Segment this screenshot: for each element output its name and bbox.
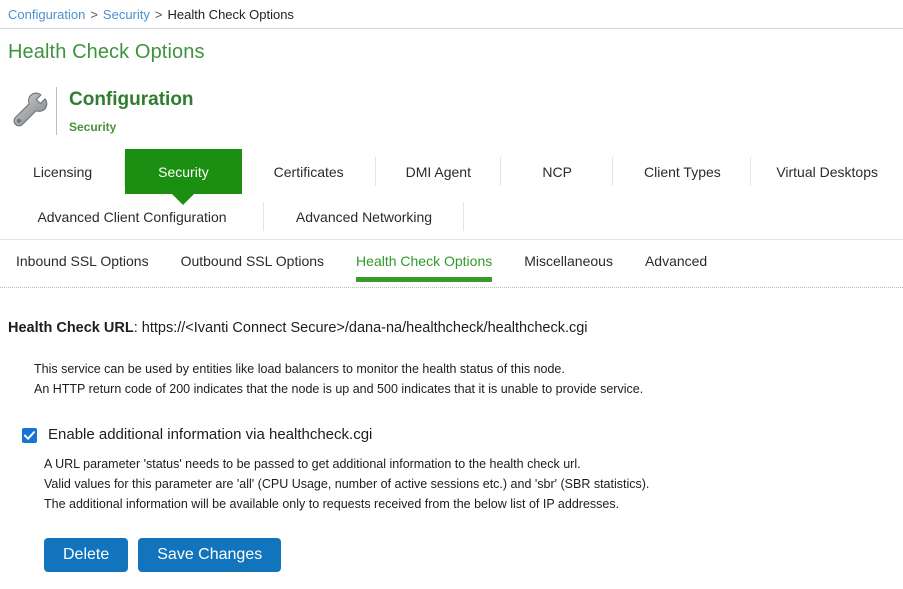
tab-virtual-desktops[interactable]: Virtual Desktops bbox=[751, 149, 903, 194]
tab-label: Advanced Networking bbox=[296, 209, 432, 225]
breadcrumb-separator: > bbox=[90, 7, 98, 22]
subtab-advanced[interactable]: Advanced bbox=[645, 249, 707, 269]
breadcrumb-item-health-check-options: Health Check Options bbox=[167, 7, 293, 22]
breadcrumb-item-configuration[interactable]: Configuration bbox=[8, 7, 85, 22]
tab-label: Certificates bbox=[274, 164, 344, 180]
subtab-label: Miscellaneous bbox=[524, 253, 613, 269]
main-content: Health Check URL: https://<Ivanti Connec… bbox=[0, 293, 903, 572]
tab-label: Security bbox=[158, 164, 209, 180]
tab-licensing[interactable]: Licensing bbox=[0, 149, 125, 194]
tab-label: DMI Agent bbox=[406, 164, 471, 180]
health-check-url-label: Health Check URL bbox=[8, 320, 134, 336]
breadcrumb: Configuration > Security > Health Check … bbox=[0, 0, 903, 29]
page-title: Health Check Options bbox=[0, 29, 903, 64]
tab-label: NCP bbox=[542, 164, 572, 180]
sub-tabs-divider bbox=[0, 287, 903, 288]
subtab-label: Advanced bbox=[645, 253, 707, 269]
checkbox-description-line: Valid values for this parameter are 'all… bbox=[44, 474, 903, 494]
health-check-url-value: : https://<Ivanti Connect Secure>/dana-n… bbox=[134, 320, 588, 336]
description-line: This service can be used by entities lik… bbox=[34, 359, 903, 379]
enable-additional-information-label[interactable]: Enable additional information via health… bbox=[48, 425, 372, 444]
subtab-outbound-ssl-options[interactable]: Outbound SSL Options bbox=[181, 249, 324, 269]
health-check-url: Health Check URL: https://<Ivanti Connec… bbox=[8, 319, 903, 337]
service-description: This service can be used by entities lik… bbox=[8, 359, 903, 399]
breadcrumb-separator: > bbox=[155, 7, 163, 22]
subtab-miscellaneous[interactable]: Miscellaneous bbox=[524, 249, 613, 269]
checkmark-icon bbox=[24, 430, 35, 441]
subtab-health-check-options[interactable]: Health Check Options bbox=[356, 249, 492, 269]
tab-security[interactable]: Security bbox=[125, 149, 241, 194]
checkbox-description-line: The additional information will be avail… bbox=[44, 494, 903, 514]
sub-tabs: Inbound SSL Options Outbound SSL Options… bbox=[0, 249, 903, 293]
tab-label: Client Types bbox=[644, 164, 721, 180]
wrench-icon bbox=[8, 86, 54, 136]
primary-tabs-row-2: Advanced Client Configuration Advanced N… bbox=[0, 194, 903, 240]
checkbox-description-line: A URL parameter 'status' needs to be pas… bbox=[44, 454, 903, 474]
tab-certificates[interactable]: Certificates bbox=[242, 149, 376, 194]
enable-additional-information-row: Enable additional information via health… bbox=[8, 425, 903, 444]
tab-client-types[interactable]: Client Types bbox=[613, 149, 751, 194]
module-divider bbox=[56, 87, 57, 135]
breadcrumb-item-security[interactable]: Security bbox=[103, 7, 150, 22]
description-line: An HTTP return code of 200 indicates tha… bbox=[34, 379, 903, 399]
delete-button[interactable]: Delete bbox=[44, 538, 128, 572]
subtab-inbound-ssl-options[interactable]: Inbound SSL Options bbox=[16, 249, 149, 269]
enable-additional-information-checkbox[interactable] bbox=[22, 428, 37, 443]
primary-tabs: Licensing Security Certificates DMI Agen… bbox=[0, 149, 903, 240]
subtab-label: Health Check Options bbox=[356, 253, 492, 269]
subtab-label: Outbound SSL Options bbox=[181, 253, 324, 269]
tab-ncp[interactable]: NCP bbox=[501, 149, 614, 194]
tab-dmi-agent[interactable]: DMI Agent bbox=[376, 149, 501, 194]
tab-label: Licensing bbox=[33, 164, 92, 180]
module-subtitle: Security bbox=[69, 120, 194, 134]
tab-label: Advanced Client Configuration bbox=[37, 209, 226, 225]
active-subtab-underline bbox=[356, 277, 492, 282]
save-changes-button[interactable]: Save Changes bbox=[138, 538, 281, 572]
subtab-label: Inbound SSL Options bbox=[16, 253, 149, 269]
module-title: Configuration bbox=[69, 89, 194, 111]
tab-advanced-client-configuration[interactable]: Advanced Client Configuration bbox=[0, 194, 264, 239]
action-buttons: Delete Save Changes bbox=[8, 538, 903, 572]
tab-separator bbox=[463, 202, 464, 231]
module-header: Configuration Security bbox=[0, 83, 903, 139]
primary-tabs-row-1: Licensing Security Certificates DMI Agen… bbox=[0, 149, 903, 194]
checkbox-description: A URL parameter 'status' needs to be pas… bbox=[8, 454, 903, 514]
tab-label: Virtual Desktops bbox=[776, 164, 878, 180]
tab-advanced-networking[interactable]: Advanced Networking bbox=[264, 194, 464, 239]
